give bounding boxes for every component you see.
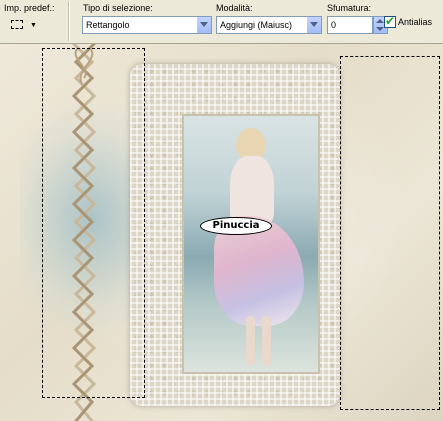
girl-leg-right [262, 316, 271, 366]
feather-label: Sfumatura: [327, 3, 372, 13]
selection-marquee-right[interactable] [340, 56, 440, 410]
selection-type-select[interactable]: Rettangolo [82, 16, 212, 34]
mode-label: Modalità: [216, 3, 253, 13]
document-canvas[interactable]: Pinuccia [0, 44, 443, 421]
rectangle-selection-icon [11, 20, 23, 29]
mode-dropdown-icon[interactable] [306, 17, 321, 33]
feather-input[interactable]: 0 [327, 16, 373, 34]
framed-photo [182, 114, 320, 374]
feather-value: 0 [331, 20, 337, 30]
preset-picker-button[interactable]: ▼ [8, 16, 40, 34]
selection-marquee-left[interactable] [42, 48, 145, 398]
antialias-label: Antialias [398, 17, 433, 27]
tool-options-bar: Imp. predef.: ▼ Tipo di selezione: Retta… [0, 0, 443, 44]
selection-type-label: Tipo di selezione: [83, 3, 153, 13]
watermark-label: Pinuccia [200, 217, 272, 235]
antialias-checkbox[interactable]: ✔ [384, 14, 396, 28]
mode-value: Aggiungi (Maiusc) [220, 20, 293, 30]
selection-type-value: Rettangolo [86, 20, 130, 30]
checkmark-icon: ✔ [385, 14, 396, 28]
selection-type-dropdown-icon[interactable] [196, 17, 211, 33]
spin-up-icon[interactable] [376, 19, 384, 23]
mode-select[interactable]: Aggiungi (Maiusc) [216, 16, 322, 34]
spin-down-icon[interactable] [376, 27, 384, 31]
toolbar-divider [68, 1, 70, 41]
girl-leg-left [246, 316, 255, 366]
preset-label: Imp. predef.: [4, 3, 55, 13]
dropdown-arrow-icon: ▼ [30, 22, 37, 29]
